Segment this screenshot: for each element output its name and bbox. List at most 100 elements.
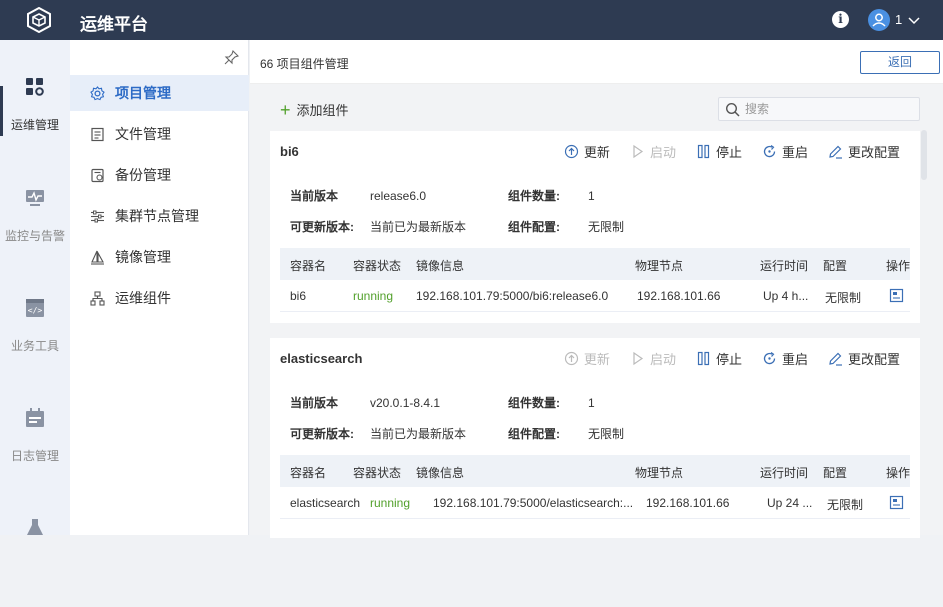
container-config: 无限制 — [825, 291, 862, 305]
user-name[interactable]: 1 — [895, 12, 902, 27]
add-component-button[interactable]: + 添加组件 — [280, 100, 349, 119]
back-button[interactable]: 返回 — [860, 51, 940, 74]
column-header: 物理节点 — [635, 466, 684, 480]
menu-item-label: 文件管理 — [115, 126, 171, 142]
column-header: 镜像信息 — [416, 259, 465, 273]
user-icon — [872, 13, 886, 27]
restart-icon — [763, 145, 776, 158]
svg-text:</>: </> — [28, 306, 43, 315]
updatable-version-label: 可更新版本: — [290, 220, 354, 234]
gear-icon — [90, 85, 105, 100]
component-config-value: 无限制 — [588, 427, 625, 441]
update-button[interactable]: 更新 — [564, 349, 610, 368]
search-input[interactable] — [745, 100, 915, 118]
container-config: 无限制 — [827, 498, 864, 512]
avatar[interactable] — [868, 9, 890, 31]
table-header: 容器名 容器状态 镜像信息 物理节点 运行时间 配置 操作 — [280, 455, 910, 487]
column-header: 物理节点 — [635, 259, 684, 273]
container-status: running — [353, 289, 394, 303]
column-header: 容器状态 — [353, 259, 402, 273]
image-info: 192.168.101.79:5000/elasticsearch:... — [433, 496, 634, 510]
rail-item-ops[interactable]: 运维管理 — [0, 76, 70, 166]
detail-icon[interactable] — [889, 495, 904, 510]
column-header: 容器名 — [290, 466, 327, 480]
updatable-version-label: 可更新版本: — [290, 427, 354, 441]
rail-item-label: 运维管理 — [10, 118, 59, 132]
current-version-value: v20.0.1-8.4.1 — [370, 396, 441, 410]
update-icon — [564, 144, 579, 159]
chevron-down-icon[interactable] — [906, 12, 922, 28]
calendar-icon — [26, 408, 44, 427]
component-count-value: 1 — [588, 189, 595, 203]
restart-button[interactable]: 重启 — [762, 142, 808, 161]
update-label: 更新 — [583, 352, 610, 367]
restart-button[interactable]: 重启 — [762, 349, 808, 368]
play-icon — [633, 351, 643, 366]
table-row[interactable]: elasticsearch running 192.168.101.79:500… — [280, 487, 910, 519]
start-label: 启动 — [649, 145, 676, 160]
rail-item-monitor[interactable]: 监控与告警 — [0, 187, 70, 277]
stop-button[interactable]: 停止 — [696, 349, 742, 368]
plus-icon: + — [280, 99, 291, 120]
uptime: Up 24 ... — [767, 496, 813, 510]
search-icon[interactable] — [725, 102, 740, 117]
edit-icon — [829, 352, 842, 366]
card-actions: 更新 启动 停止 重启 更改配置 — [544, 349, 900, 368]
detail-icon[interactable] — [889, 288, 904, 303]
rail-item-tools[interactable]: </> 业务工具 — [0, 297, 70, 387]
rail-item-lab[interactable] — [0, 517, 70, 607]
flask-icon — [27, 519, 43, 535]
start-button[interactable]: 启动 — [630, 142, 676, 161]
pin-icon[interactable] — [224, 50, 239, 65]
component-config-value: 无限制 — [588, 220, 625, 234]
updatable-version-value: 当前已为最新版本 — [370, 220, 467, 234]
update-button[interactable]: 更新 — [564, 142, 610, 161]
column-header: 操作 — [886, 466, 911, 480]
menu-item-project[interactable]: 项目管理 — [70, 75, 249, 111]
play-icon — [633, 144, 643, 159]
component-count-label: 组件数量: — [508, 396, 560, 410]
container-name: elasticsearch — [290, 496, 361, 510]
column-header: 镜像信息 — [416, 466, 465, 480]
component-count-value: 1 — [588, 396, 595, 410]
pause-icon — [697, 144, 710, 159]
restart-icon — [763, 352, 776, 365]
card-actions: 更新 启动 停止 重启 更改配置 — [544, 142, 900, 161]
container-status: running — [370, 496, 411, 510]
menu-item-ops-component[interactable]: 运维组件 — [70, 280, 249, 316]
menu-item-backup[interactable]: 备份管理 — [70, 157, 249, 193]
add-component-label: 添加组件 — [296, 103, 349, 118]
physical-node: 192.168.101.66 — [646, 496, 730, 510]
monitor-icon — [26, 190, 44, 206]
component-count-label: 组件数量: — [508, 189, 560, 203]
start-button[interactable]: 启动 — [630, 349, 676, 368]
edit-config-button[interactable]: 更改配置 — [828, 349, 900, 368]
menu-item-label: 项目管理 — [115, 85, 171, 101]
app-title: 运维平台 — [80, 15, 148, 34]
container-name: bi6 — [290, 289, 307, 303]
component-config-label: 组件配置: — [508, 220, 560, 234]
current-version: 当前版本 release6.0 — [290, 187, 426, 204]
column-header: 操作 — [886, 259, 911, 273]
stop-button[interactable]: 停止 — [696, 142, 742, 161]
scrollbar[interactable] — [921, 130, 927, 180]
edit-config-button[interactable]: 更改配置 — [828, 142, 900, 161]
image-info: 192.168.101.79:5000/bi6:release6.0 — [416, 289, 609, 303]
main-content: 66 项目组件管理 返回 + 添加组件 bi6 更新 — [250, 40, 943, 538]
info-icon[interactable]: i — [832, 11, 849, 28]
component-name: bi6 — [280, 144, 299, 159]
menu-item-image[interactable]: 镜像管理 — [70, 239, 249, 275]
file-icon — [91, 127, 104, 141]
rail-item-logs[interactable]: 日志管理 — [0, 407, 70, 497]
menu-item-cluster[interactable]: 集群节点管理 — [70, 198, 249, 234]
physical-node: 192.168.101.66 — [637, 289, 721, 303]
component-count: 组件数量: 1 — [508, 187, 595, 204]
menu-item-file[interactable]: 文件管理 — [70, 116, 249, 152]
component-config: 组件配置: 无限制 — [508, 218, 624, 235]
column-header: 运行时间 — [760, 466, 809, 480]
sail-icon — [91, 250, 104, 265]
column-header: 容器状态 — [353, 466, 402, 480]
search-box — [718, 97, 920, 121]
table-row[interactable]: bi6 running 192.168.101.79:5000/bi6:rele… — [280, 280, 910, 312]
rail-item-label: 业务工具 — [10, 339, 59, 353]
